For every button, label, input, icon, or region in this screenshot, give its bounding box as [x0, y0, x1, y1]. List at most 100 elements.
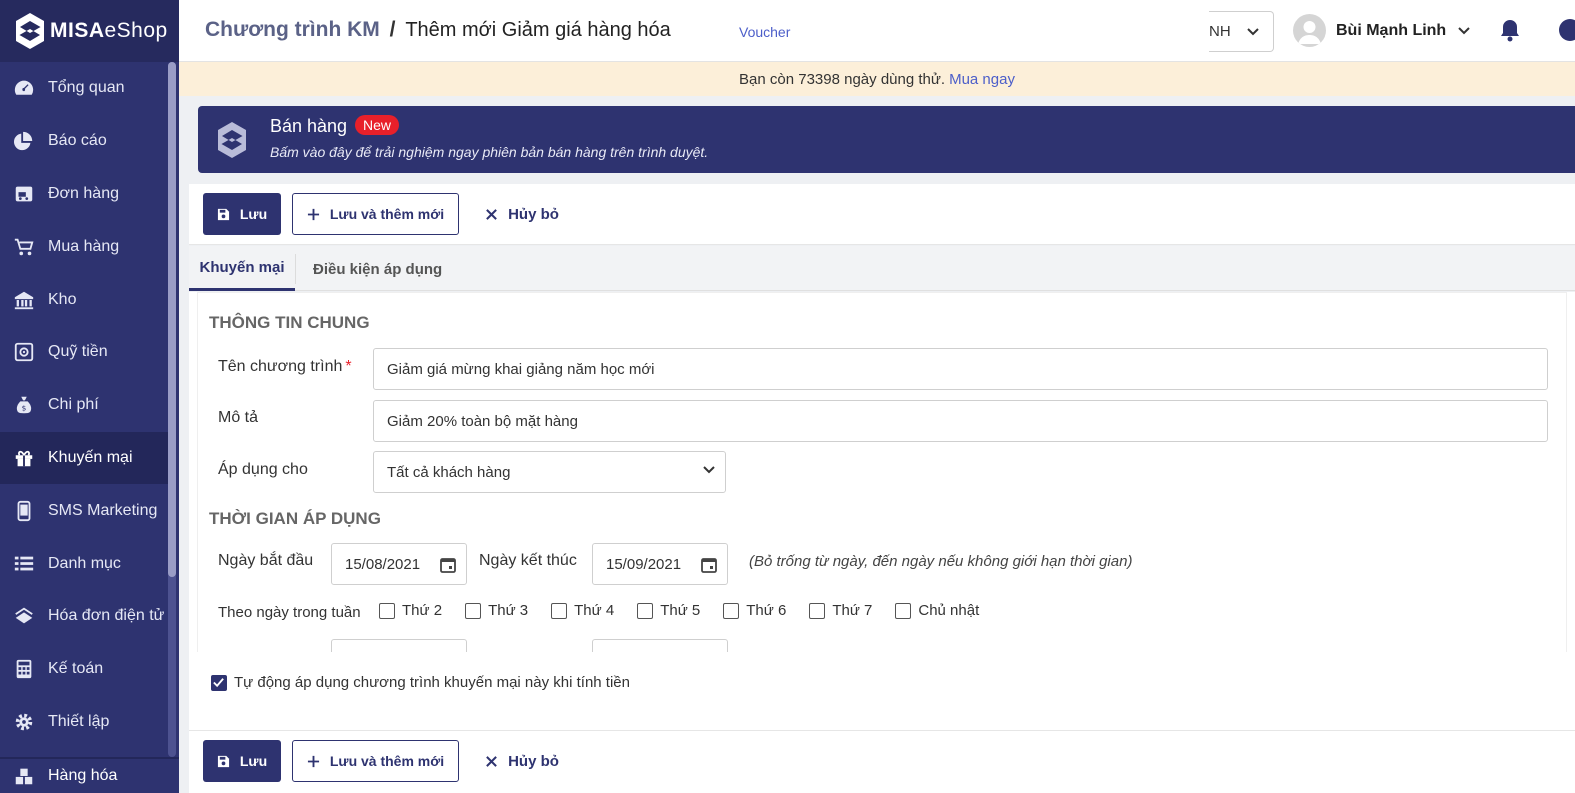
program-name-label: Tên chương trình *: [218, 358, 352, 375]
sidebar-item-promotion[interactable]: Khuyến mại: [0, 431, 168, 485]
save-button-label: Lưu: [239, 206, 268, 222]
auto-apply-label: Tự động áp dụng chương trình khuyến mại …: [234, 674, 630, 691]
voucher-link[interactable]: Voucher: [739, 24, 790, 40]
weekday-label: Theo ngày trong tuần: [218, 604, 361, 621]
sidebar-nav: Tổng quan Báo cáo Đơn hàng Mua hàng Kho …: [0, 62, 168, 748]
gift-icon: [12, 446, 36, 470]
start-time-input[interactable]: [331, 639, 467, 652]
auto-apply-option[interactable]: Tự động áp dụng chương trình khuyến mại …: [211, 674, 630, 691]
bell-icon[interactable]: [1499, 18, 1521, 42]
misa-logo-icon: [218, 122, 246, 158]
sidebar-scroll-thumb[interactable]: [168, 62, 176, 577]
end-date-input[interactable]: 15/09/2021: [592, 543, 728, 585]
plus-icon: [307, 208, 320, 221]
branch-select-value: NH: [1209, 23, 1231, 40]
save-button-label: Lưu: [239, 753, 268, 769]
apply-to-value: Tất cả khách hàng: [387, 463, 511, 481]
branch-select[interactable]: NH: [1209, 11, 1274, 52]
user-avatar-icon: [1298, 21, 1321, 44]
shopping-cart-icon: [12, 235, 36, 259]
gear-icon: [12, 710, 36, 734]
sidebar-item-catalog[interactable]: Danh mục: [0, 537, 168, 590]
checkbox[interactable]: [895, 602, 912, 619]
sidebar-item-label: Tổng quan: [48, 79, 125, 97]
checkbox[interactable]: [465, 602, 482, 619]
weekday-checkbox-sat[interactable]: Thứ 7: [809, 602, 872, 619]
trial-text: Bạn còn 73398 ngày dùng thử.: [739, 70, 946, 88]
chevron-down-icon: [1246, 27, 1259, 35]
sidebar-item-label: Khuyến mại: [48, 448, 133, 466]
tab-conditions[interactable]: Điều kiện áp dụng: [295, 254, 442, 284]
required-marker: *: [345, 358, 352, 375]
checkmark-icon: [213, 677, 224, 687]
start-date-input[interactable]: 15/08/2021: [331, 543, 467, 585]
avatar: [1293, 14, 1326, 47]
end-date-value: 15/09/2021: [606, 555, 682, 573]
sidebar-item-reports[interactable]: Báo cáo: [0, 115, 168, 168]
cancel-button-label: Hủy bỏ: [508, 752, 559, 770]
sidebar-item-warehouse[interactable]: Kho: [0, 273, 168, 326]
plus-icon: [307, 755, 320, 768]
sidebar-item-label: Thiết lập: [48, 712, 110, 730]
sidebar-item-purchase[interactable]: Mua hàng: [0, 220, 168, 273]
cancel-button[interactable]: Hủy bỏ: [479, 740, 565, 782]
cancel-button[interactable]: Hủy bỏ: [479, 193, 565, 235]
sidebar-item-accounting[interactable]: Kế toán: [0, 643, 168, 696]
help-icon[interactable]: [1559, 19, 1575, 41]
calendar-icon[interactable]: [440, 556, 456, 573]
auto-apply-checkbox[interactable]: [211, 674, 227, 691]
end-time-input[interactable]: [592, 639, 728, 652]
safe-icon: [12, 340, 36, 364]
description-input[interactable]: Giảm 20% toàn bộ mặt hàng: [373, 400, 1548, 442]
sidebar-item-orders[interactable]: Đơn hàng: [0, 168, 168, 221]
weekday-checkbox-tue[interactable]: Thứ 3: [465, 602, 528, 619]
sidebar-item-label: Hàng hóa: [48, 767, 118, 784]
sidebar-item-settings[interactable]: Thiết lập: [0, 696, 168, 749]
user-menu[interactable]: Bùi Mạnh Linh: [1293, 14, 1470, 47]
sidebar-item-expenses[interactable]: $ Chi phí: [0, 379, 168, 432]
save-and-new-button-label: Lưu và thêm mới: [329, 753, 445, 769]
sidebar-item-overview[interactable]: Tổng quan: [0, 62, 168, 115]
checkbox[interactable]: [379, 602, 395, 619]
sidebar-item-cash[interactable]: Quỹ tiền: [0, 326, 168, 379]
weekday-checkbox-fri[interactable]: Thứ 6: [723, 602, 786, 619]
checkbox[interactable]: [551, 602, 568, 619]
weekday-checkbox-sun[interactable]: Chủ nhật: [895, 602, 979, 619]
sidebar-item-label: Danh mục: [48, 554, 121, 572]
sidebar-item-label: Báo cáo: [48, 132, 107, 150]
save-and-new-button[interactable]: Lưu và thêm mới: [292, 740, 459, 782]
banner-title: Bán hàng: [270, 116, 348, 136]
buy-now-link[interactable]: Mua ngay: [949, 71, 1015, 88]
general-info-heading: THÔNG TIN CHUNG: [209, 313, 370, 332]
checkbox[interactable]: [809, 602, 826, 619]
weekday-checkbox-wed[interactable]: Thứ 4: [551, 602, 614, 619]
checkbox[interactable]: [637, 602, 654, 619]
tab-promotion[interactable]: Khuyến mại: [189, 246, 295, 291]
breadcrumb-root-link[interactable]: Chương trình KM: [205, 18, 380, 41]
list-icon: [12, 552, 36, 576]
warehouse-icon: [12, 288, 36, 312]
close-icon: [485, 755, 498, 768]
sidebar-scrollbar[interactable]: [168, 62, 176, 757]
calculator-icon: [12, 657, 36, 681]
program-name-input[interactable]: Giảm giá mừng khai giảng năm học mới: [373, 348, 1548, 390]
save-button[interactable]: Lưu: [203, 740, 281, 782]
sidebar-item-label: Đơn hàng: [48, 184, 119, 202]
calendar-icon[interactable]: [701, 556, 717, 573]
save-and-new-button[interactable]: Lưu và thêm mới: [292, 193, 459, 235]
sidebar-item-e-invoice[interactable]: Hóa đơn điện tử: [0, 590, 168, 643]
sidebar-item-sms[interactable]: SMS Marketing: [0, 484, 168, 537]
sidebar-item-goods[interactable]: Hàng hóa: [0, 757, 179, 793]
sales-banner[interactable]: Bán hàng New Bấm vào đây để trải nghiệm …: [198, 106, 1575, 173]
weekday-checkbox-thu[interactable]: Thứ 5: [637, 602, 700, 619]
weekday-checkbox-mon[interactable]: Thứ 2: [379, 602, 442, 619]
user-name: Bùi Mạnh Linh: [1336, 21, 1447, 39]
trial-notice: Bạn còn 73398 ngày dùng thử. Mua ngay: [179, 62, 1575, 96]
form-toolbar-bottom: Lưu Lưu và thêm mới Hủy bỏ: [189, 730, 1575, 793]
misa-logo-icon: [16, 13, 44, 49]
date-range-hint: (Bỏ trống từ ngày, đến ngày nếu không gi…: [749, 553, 1133, 570]
checkbox[interactable]: [723, 602, 740, 619]
apply-to-select[interactable]: Tất cả khách hàng: [373, 451, 726, 493]
save-button[interactable]: Lưu: [203, 193, 281, 235]
app-logo[interactable]: MISAeShop: [0, 0, 179, 62]
